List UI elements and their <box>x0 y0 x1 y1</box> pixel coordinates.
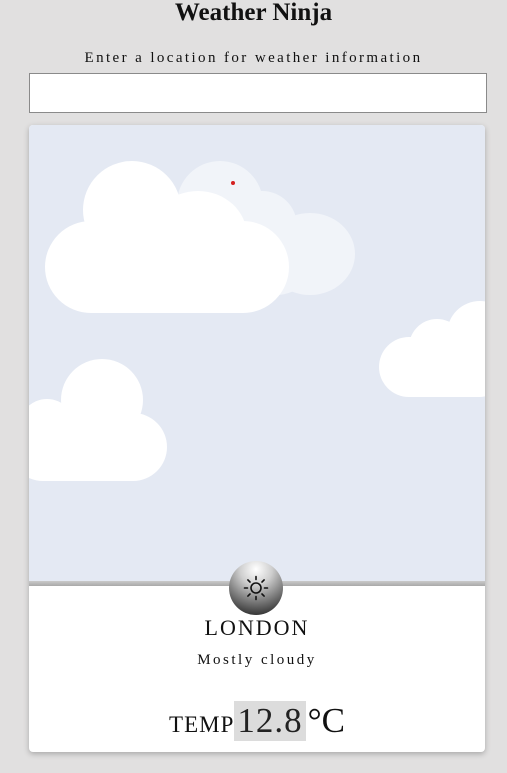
weather-app: Weather Ninja Enter a location for weath… <box>0 0 507 773</box>
temp-value: 12.8 <box>234 701 306 741</box>
temp-label: TEMP <box>169 712 235 737</box>
cloud-shape <box>45 161 289 313</box>
location-prompt: Enter a location for weather information <box>84 50 423 66</box>
sun-icon <box>229 561 283 615</box>
marker-dot <box>231 181 235 185</box>
sky-illustration <box>29 125 485 581</box>
weather-description: Mostly cloudy <box>197 652 317 668</box>
temp-unit: °C <box>307 701 345 740</box>
temperature-row: TEMP12.8 °C <box>29 701 485 741</box>
location-input[interactable] <box>29 73 487 113</box>
city-name: LONDON <box>204 615 310 640</box>
app-title: Weather Ninja <box>174 0 333 26</box>
weather-card: LONDON Mostly cloudy TEMP12.8 °C <box>29 125 485 752</box>
sun-icon-glyph <box>243 575 269 601</box>
cloud-shape <box>29 357 167 481</box>
cloud-shape <box>379 301 485 397</box>
